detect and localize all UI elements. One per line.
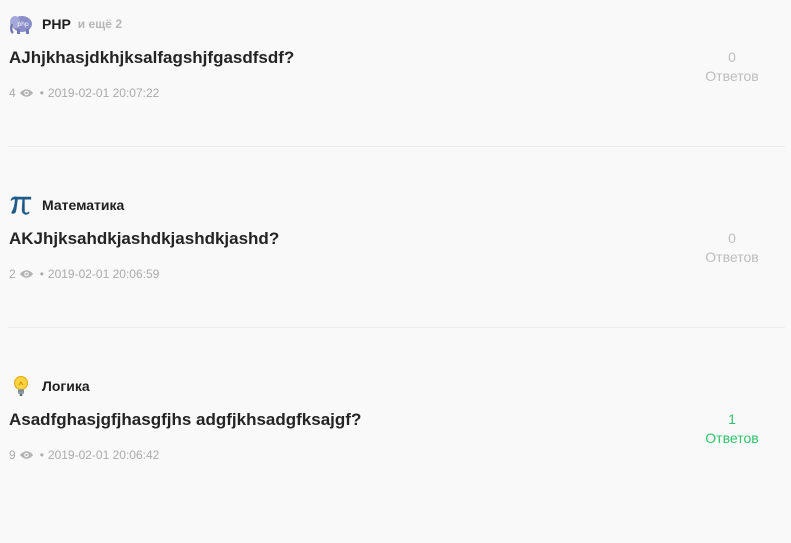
separator-dot: • <box>39 448 44 462</box>
more-tags-link[interactable]: и ещё 2 <box>78 17 122 31</box>
answers-label: Ответов <box>705 430 759 446</box>
answers-label: Ответов <box>705 68 759 84</box>
question-item: Логика Asadfghasjgfjhasgfjhs adgfjkhsadg… <box>0 362 791 543</box>
tag-link[interactable]: Математика <box>42 197 124 213</box>
question-item: php PHP и ещё 2 AJhjkhasjdkhjksalfagshjf… <box>0 0 791 181</box>
question-date: 2019-02-01 20:06:42 <box>47 448 160 462</box>
views-count: 4 <box>9 86 16 100</box>
tag-link[interactable]: PHP <box>42 16 71 32</box>
divider <box>8 146 785 147</box>
answers-counter[interactable]: 0 Ответов <box>692 229 772 267</box>
svg-text:php: php <box>17 21 29 28</box>
views-count: 2 <box>9 267 16 281</box>
divider <box>8 327 785 328</box>
question-list: php PHP и ещё 2 AJhjkhasjdkhjksalfagshjf… <box>0 0 791 524</box>
answers-count: 0 <box>728 49 736 65</box>
lightbulb-icon[interactable] <box>9 374 33 398</box>
question-title-link[interactable]: AJhjkhasjdkhjksalfagshjfgasdfsdf? <box>9 48 294 68</box>
tag-row: Математика <box>9 193 124 217</box>
separator-dot: • <box>39 267 44 281</box>
question-date: 2019-02-01 20:06:59 <box>47 267 160 281</box>
pi-icon[interactable] <box>9 193 33 217</box>
question-title-link[interactable]: AKJhjksahdkjashdkjashdkjashd? <box>9 229 279 249</box>
question-title-link[interactable]: Asadfghasjgfjhasgfjhs adgfjkhsadgfksajgf… <box>9 410 361 430</box>
tag-row: php PHP и ещё 2 <box>9 12 122 36</box>
answers-counter[interactable]: 0 Ответов <box>692 48 772 86</box>
question-date: 2019-02-01 20:07:22 <box>47 86 160 100</box>
answers-counter[interactable]: 1 Ответов <box>692 410 772 448</box>
question-meta: 2 • 2019-02-01 20:06:59 <box>9 267 159 281</box>
tag-link[interactable]: Логика <box>42 378 90 394</box>
question-meta: 4 • 2019-02-01 20:07:22 <box>9 86 159 100</box>
eye-icon <box>19 88 34 98</box>
answers-count: 0 <box>728 230 736 246</box>
question-meta: 9 • 2019-02-01 20:06:42 <box>9 448 159 462</box>
eye-icon <box>19 450 34 460</box>
answers-label: Ответов <box>705 249 759 265</box>
question-item: Математика AKJhjksahdkjashdkjashdkjashd?… <box>0 181 791 362</box>
php-elephant-icon[interactable]: php <box>9 12 33 36</box>
answers-count: 1 <box>728 411 736 427</box>
separator-dot: • <box>39 86 44 100</box>
views-count: 9 <box>9 448 16 462</box>
tag-row: Логика <box>9 374 90 398</box>
eye-icon <box>19 269 34 279</box>
